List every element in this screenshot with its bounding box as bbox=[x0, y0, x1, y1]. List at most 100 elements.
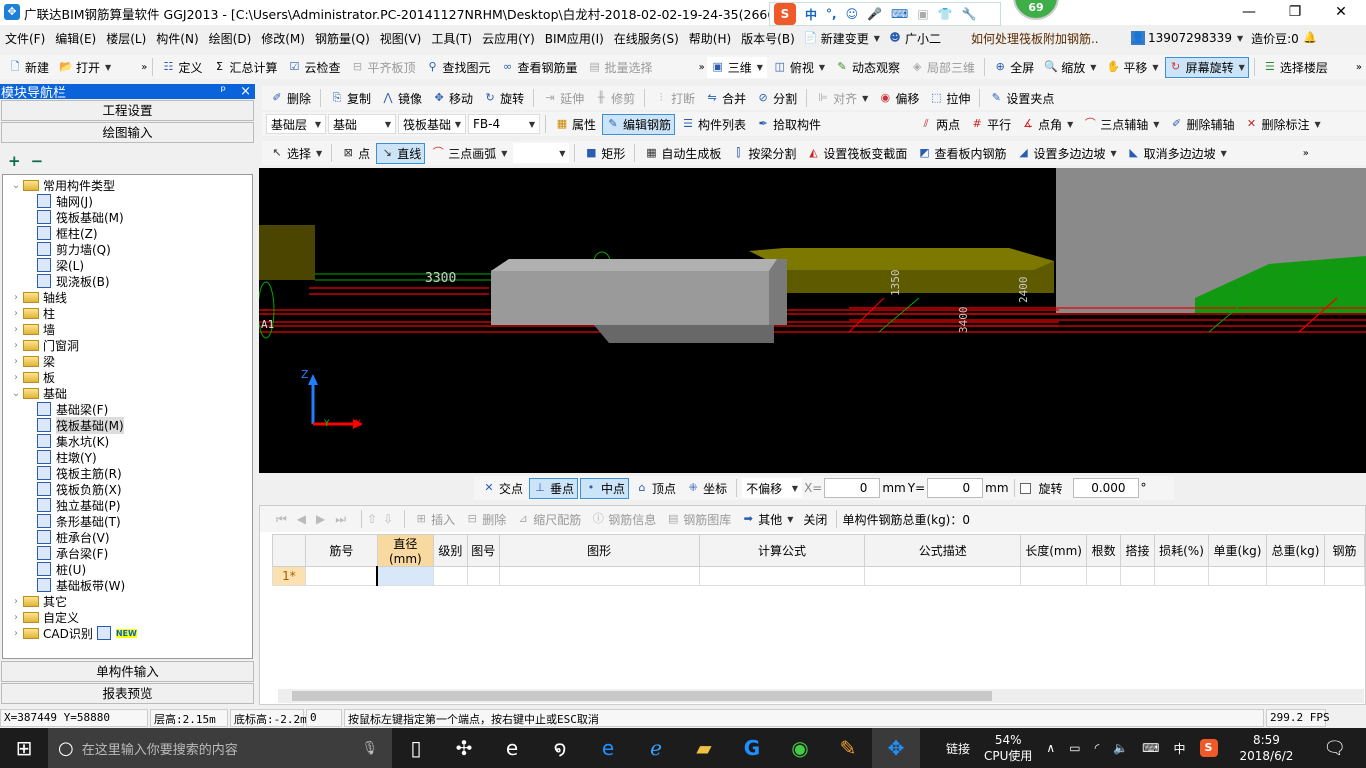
menu-item[interactable]: 修改(M) bbox=[256, 30, 310, 47]
tree-item[interactable]: 梁(L) bbox=[3, 257, 252, 273]
3d-button[interactable]: ▣ 三维 ▼ bbox=[706, 56, 767, 78]
arc-button[interactable]: ⌒ 三点画弧 ▼ bbox=[427, 143, 511, 164]
tree-item[interactable]: 筏板基础(M) bbox=[3, 416, 252, 434]
mirror-button[interactable]: ⋀ 镜像 bbox=[377, 88, 426, 109]
sum-button[interactable]: Σ 汇总计算 bbox=[208, 57, 281, 78]
column-header[interactable]: 长度(mm) bbox=[1020, 534, 1088, 567]
tree-item[interactable]: 独立基础(P) bbox=[3, 497, 252, 513]
tree-item[interactable]: 柱墩(Y) bbox=[3, 449, 252, 465]
chevron-right-icon[interactable]: › bbox=[9, 292, 23, 303]
component-select[interactable]: FB-4 ▼ bbox=[468, 114, 540, 134]
table-row[interactable]: 1* bbox=[272, 566, 1366, 586]
menu-item[interactable]: 云应用(Y) bbox=[477, 30, 540, 47]
overflow-icon[interactable]: » bbox=[141, 62, 147, 73]
column-header[interactable]: 图形 bbox=[498, 534, 700, 567]
column-header[interactable]: 损耗(%) bbox=[1154, 534, 1209, 567]
split-button[interactable]: ⊘ 分割 bbox=[752, 88, 801, 109]
tree-item[interactable]: 现浇板(B) bbox=[3, 273, 252, 289]
tree-item[interactable]: 基础梁(F) bbox=[3, 401, 252, 417]
chevron-right-icon[interactable]: › bbox=[9, 596, 23, 607]
user-card-icon[interactable]: ▣ bbox=[917, 7, 928, 21]
speed-badge[interactable]: 69 bbox=[1013, 0, 1059, 20]
tree-item[interactable]: › CAD识别 NEW bbox=[3, 625, 252, 641]
volume-icon[interactable]: 🔈 bbox=[1113, 741, 1128, 755]
tree-item[interactable]: ⌄ 基础 bbox=[3, 385, 252, 401]
mic-icon[interactable]: 🎤 bbox=[867, 7, 882, 21]
auto-slab-button[interactable]: ▦ 自动生成板 bbox=[640, 143, 725, 164]
menu-item[interactable]: 版本号(B) bbox=[736, 30, 800, 47]
overflow-icon[interactable]: » bbox=[1303, 148, 1309, 159]
line-button[interactable]: ↘ 直线 bbox=[376, 142, 426, 164]
overflow-icon[interactable]: » bbox=[699, 62, 705, 73]
keyboard-icon[interactable]: ⌨ bbox=[891, 7, 908, 21]
drawing-input-button[interactable]: 绘图输入 bbox=[1, 122, 254, 143]
swirl-app-icon[interactable]: ໑ bbox=[536, 728, 584, 768]
active-app-icon[interactable]: ✥ bbox=[872, 728, 920, 768]
tree-item[interactable]: 筏板主筋(R) bbox=[3, 465, 252, 481]
chevron-right-icon[interactable]: › bbox=[9, 372, 23, 383]
skin-icon[interactable]: 👕 bbox=[938, 7, 953, 21]
notepad-app-icon[interactable]: ✎ bbox=[824, 728, 872, 768]
extend-button[interactable]: ⇥ 延伸 bbox=[539, 88, 588, 109]
3d-viewport[interactable]: 3300 A1 1350 3400 2400 Z Y X bbox=[257, 168, 1366, 473]
wifi-icon[interactable]: ◜ bbox=[1095, 741, 1100, 755]
align-top-button[interactable]: ⊟ 平齐板顶 bbox=[347, 57, 420, 78]
column-header[interactable]: 钢筋 bbox=[1323, 534, 1366, 567]
point-button[interactable]: ⊠ 点 bbox=[337, 143, 374, 164]
table-cell[interactable] bbox=[1086, 566, 1122, 586]
expand-all-icon[interactable]: + bbox=[8, 152, 21, 170]
scrollbar-thumb[interactable] bbox=[292, 691, 992, 701]
table-cell[interactable] bbox=[1265, 566, 1325, 586]
start-button[interactable]: ⊞ bbox=[0, 728, 48, 768]
move-button[interactable]: ✥ 移动 bbox=[428, 88, 477, 109]
delete-button[interactable]: ✐ 删除 bbox=[266, 88, 315, 109]
emoji-icon[interactable]: ☺ bbox=[846, 7, 859, 21]
table-cell[interactable] bbox=[1154, 566, 1209, 586]
report-preview-button[interactable]: 报表预览 bbox=[1, 683, 254, 704]
edge-icon[interactable]: e bbox=[584, 728, 632, 768]
ie-gray-icon[interactable]: e bbox=[488, 728, 536, 768]
tree-item[interactable]: › 轴线 bbox=[3, 289, 252, 305]
dynamic-view-button[interactable]: ✎ 动态观察 bbox=[831, 57, 904, 78]
assistant-button[interactable]: ☻ 广小二 bbox=[884, 28, 945, 49]
offset-button[interactable]: ◉ 偏移 bbox=[874, 88, 923, 109]
point-angle-button[interactable]: ∡ 点角 ▼ bbox=[1017, 114, 1077, 135]
menu-item[interactable]: 绘图(D) bbox=[204, 30, 257, 47]
x-offset-input[interactable]: 0 bbox=[824, 478, 881, 498]
parallel-axis-button[interactable]: # 平行 bbox=[966, 114, 1015, 135]
select-button[interactable]: ↖ 选择 ▼ bbox=[266, 143, 326, 164]
ime-language[interactable]: 中 bbox=[805, 6, 817, 23]
tree-item[interactable]: › 自定义 bbox=[3, 609, 252, 625]
battery-icon[interactable]: ▭ bbox=[1069, 741, 1080, 755]
set-section-button[interactable]: ◭ 设置筏板变截面 bbox=[802, 143, 911, 164]
menu-item[interactable]: 在线服务(S) bbox=[609, 30, 684, 47]
close-panel-button[interactable]: 关闭 bbox=[799, 509, 831, 530]
minimize-button[interactable]: — bbox=[1226, 0, 1272, 25]
snap-midpoint-button[interactable]: • 中点 bbox=[580, 477, 630, 499]
table-cell[interactable] bbox=[698, 566, 866, 586]
rotate-checkbox[interactable] bbox=[1019, 482, 1031, 494]
table-cell[interactable] bbox=[466, 566, 500, 586]
ie-icon[interactable]: ℯ bbox=[632, 728, 680, 768]
rebar-library-button[interactable]: ▤ 钢筋图库 bbox=[662, 509, 735, 530]
edit-rebar-button[interactable]: ✎ 编辑钢筋 bbox=[602, 113, 676, 135]
select-floor-button[interactable]: ☰ 选择楼层 bbox=[1259, 57, 1332, 78]
tree-item[interactable]: › 墙 bbox=[3, 321, 252, 337]
wrench-icon[interactable]: 🔧 bbox=[962, 7, 977, 21]
merge-button[interactable]: ⇋ 合并 bbox=[701, 88, 750, 109]
tip-link[interactable]: 如何处理筏板附加钢筋.. bbox=[967, 28, 1117, 49]
pin-icon[interactable]: ᵖ bbox=[221, 84, 227, 99]
file-explorer-icon[interactable]: ▰ bbox=[680, 728, 728, 768]
component-list-button[interactable]: ☰ 构件列表 bbox=[677, 114, 750, 135]
column-header[interactable]: 搭接 bbox=[1120, 534, 1156, 567]
column-header[interactable]: 总重(kg) bbox=[1265, 534, 1325, 567]
microphone-icon[interactable]: 🎙 bbox=[361, 741, 378, 756]
horizontal-scrollbar[interactable] bbox=[278, 689, 1364, 703]
delete-axis-button[interactable]: ✐ 删除辅轴 bbox=[1165, 114, 1238, 135]
move-up-down-icon[interactable]: ⇧⇩ bbox=[367, 512, 399, 526]
menu-item[interactable]: BIM应用(I) bbox=[540, 30, 609, 47]
chevron-right-icon[interactable]: › bbox=[9, 324, 23, 335]
nav-arrows[interactable]: ⏮◀▶⏭ bbox=[276, 512, 356, 527]
delete-dimension-button[interactable]: ✕ 删除标注 ▼ bbox=[1240, 114, 1324, 135]
tree-item[interactable]: 框柱(Z) bbox=[3, 225, 252, 241]
